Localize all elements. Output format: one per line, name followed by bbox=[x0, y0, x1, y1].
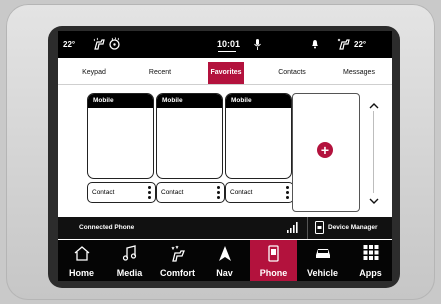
nav-nav[interactable]: Nav bbox=[201, 240, 248, 281]
favorite-type-label: Mobile bbox=[157, 94, 222, 108]
more-options-icon[interactable] bbox=[148, 186, 151, 199]
favorite-card-1[interactable]: Mobile bbox=[87, 93, 154, 179]
nav-vehicle[interactable]: Vehicle bbox=[299, 240, 346, 281]
home-icon bbox=[74, 246, 89, 261]
favorite-card-3[interactable]: Mobile bbox=[225, 93, 292, 179]
device-manager-button[interactable]: Device Manager bbox=[309, 217, 392, 239]
nav-label: Nav bbox=[216, 268, 233, 278]
status-bar: 22° 10:01 22° bbox=[58, 31, 392, 58]
scrollbar-track[interactable] bbox=[373, 111, 374, 193]
temp-right[interactable]: 22° bbox=[354, 40, 366, 49]
nav-apps[interactable]: Apps bbox=[347, 240, 392, 281]
bar-divider bbox=[307, 217, 308, 239]
screen: 22° 10:01 22° Keypad Recent Favorites Co… bbox=[58, 31, 392, 281]
nav-label: Comfort bbox=[160, 268, 195, 278]
connected-phone-bar: Connected Phone Device Manager bbox=[58, 217, 392, 239]
bell-icon[interactable] bbox=[311, 39, 319, 51]
clock: 10:01 bbox=[217, 39, 241, 49]
car-icon bbox=[315, 249, 330, 258]
clock-underline bbox=[218, 51, 236, 52]
contact-label: Contact bbox=[161, 189, 184, 196]
main-nav-bar: Home Media Comfort Nav Phone Vehicle App… bbox=[58, 240, 392, 281]
favorite-contact-1[interactable]: Contact bbox=[87, 182, 156, 203]
chevron-up-icon bbox=[369, 103, 379, 109]
connected-phone-label: Connected Phone bbox=[79, 224, 135, 231]
phone-tabs: Keypad Recent Favorites Contacts Message… bbox=[58, 62, 392, 84]
more-options-icon[interactable] bbox=[217, 186, 220, 199]
tab-keypad[interactable]: Keypad bbox=[76, 62, 112, 84]
favorite-type-label: Mobile bbox=[88, 94, 153, 108]
signal-bars-icon bbox=[287, 222, 298, 235]
steering-heat-icon[interactable] bbox=[108, 37, 121, 52]
nav-label: Apps bbox=[359, 268, 382, 278]
device-manager-label: Device Manager bbox=[328, 224, 378, 231]
tab-favorites[interactable]: Favorites bbox=[208, 62, 244, 84]
nav-phone[interactable]: Phone bbox=[250, 240, 297, 281]
chevron-down-icon bbox=[369, 198, 379, 204]
favorite-type-label: Mobile bbox=[226, 94, 291, 108]
tab-contacts[interactable]: Contacts bbox=[274, 62, 310, 84]
tab-messages[interactable]: Messages bbox=[338, 62, 380, 84]
plus-circle-icon[interactable]: + bbox=[317, 142, 333, 158]
contact-label: Contact bbox=[92, 189, 115, 196]
music-note-icon bbox=[122, 245, 136, 261]
more-options-icon[interactable] bbox=[286, 186, 289, 199]
tab-divider bbox=[58, 84, 392, 85]
favorite-contact-2[interactable]: Contact bbox=[156, 182, 225, 203]
scroll-up-button[interactable] bbox=[367, 97, 381, 111]
favorite-card-2[interactable]: Mobile bbox=[156, 93, 223, 179]
apps-grid-icon bbox=[363, 245, 378, 260]
favorite-contact-3[interactable]: Contact bbox=[225, 182, 294, 203]
seat-cool-icon[interactable] bbox=[337, 37, 351, 52]
mic-icon[interactable] bbox=[254, 39, 261, 52]
nav-label: Vehicle bbox=[306, 268, 339, 278]
nav-media[interactable]: Media bbox=[106, 240, 153, 281]
nav-comfort[interactable]: Comfort bbox=[154, 240, 201, 281]
phone-icon bbox=[267, 245, 279, 262]
nav-label: Phone bbox=[259, 268, 288, 278]
seat-fan-icon bbox=[171, 245, 185, 262]
phone-device-icon bbox=[315, 221, 324, 236]
tab-recent[interactable]: Recent bbox=[142, 62, 178, 84]
nav-home[interactable]: Home bbox=[58, 240, 105, 281]
temp-left[interactable]: 22° bbox=[63, 40, 75, 49]
nav-label: Media bbox=[116, 268, 143, 278]
scroll-down-button[interactable] bbox=[367, 192, 381, 206]
nav-label: Home bbox=[68, 268, 94, 278]
navigation-arrow-icon bbox=[218, 246, 231, 261]
seat-heat-icon[interactable] bbox=[92, 37, 106, 52]
contact-label: Contact bbox=[230, 189, 253, 196]
